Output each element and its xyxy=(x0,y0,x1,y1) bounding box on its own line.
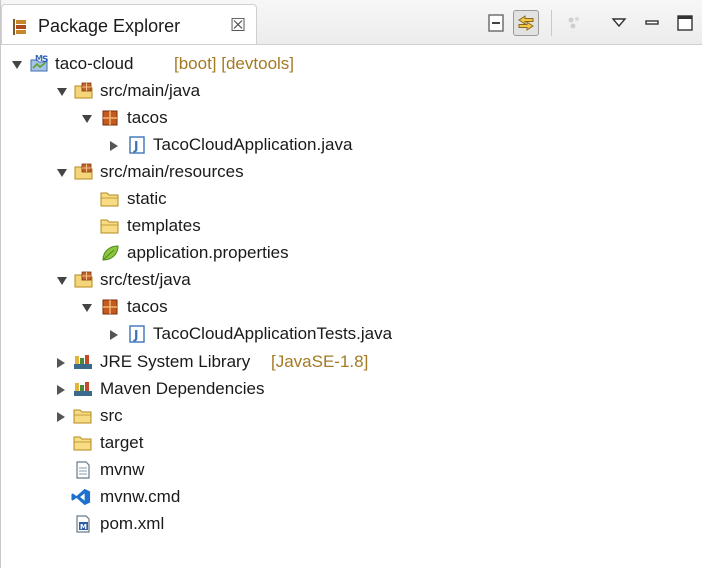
folder-icon xyxy=(100,219,119,234)
tree-item-label: pom.xml xyxy=(100,514,165,533)
tree-item-tacos-package[interactable]: tacos xyxy=(1,105,702,132)
expanded-twisty-icon[interactable] xyxy=(56,167,68,179)
collapsed-twisty-icon[interactable] xyxy=(108,329,120,341)
close-icon[interactable]: ☒ xyxy=(230,16,246,34)
package-explorer-tab[interactable]: Package Explorer ☒ xyxy=(1,4,257,44)
package-explorer-icon xyxy=(12,18,28,36)
collapsed-twisty-icon[interactable] xyxy=(55,357,67,369)
tree-item-label: JRE System Library xyxy=(100,352,251,371)
package-icon xyxy=(102,110,118,126)
library-icon xyxy=(74,382,92,396)
tree-item-target[interactable]: target xyxy=(1,430,702,457)
tree-item-label: mvnw.cmd xyxy=(100,487,181,506)
tree-item-label: TacoCloudApplication.java xyxy=(153,135,353,154)
focus-icon[interactable] xyxy=(561,10,587,36)
properties-file-icon xyxy=(102,245,119,261)
folder-icon xyxy=(100,192,119,207)
collapsed-twisty-icon[interactable] xyxy=(55,411,67,423)
tree-item-label: src/main/java xyxy=(100,81,201,100)
svg-text:M: M xyxy=(80,523,87,531)
tree-item-taco-cloud[interactable]: M S taco-cloud [boot] [devtools] xyxy=(1,51,702,78)
tree-item-label: tacos xyxy=(127,108,168,127)
tree-item-templates[interactable]: templates xyxy=(1,213,702,240)
view-menu-icon[interactable] xyxy=(606,10,632,36)
tree-item-maven-dependencies[interactable]: Maven Dependencies xyxy=(1,376,702,403)
svg-text:J: J xyxy=(133,139,138,153)
tree-item-label: application.properties xyxy=(127,243,289,262)
svg-text:J: J xyxy=(133,328,138,342)
tree-item-src[interactable]: src xyxy=(1,403,702,430)
jre-decoration: [JavaSE-1.8] xyxy=(271,352,369,371)
expanded-twisty-icon[interactable] xyxy=(81,113,93,125)
tree-item-label: Maven Dependencies xyxy=(100,379,265,398)
text-file-icon xyxy=(76,461,90,479)
tree-item-src-main-resources[interactable]: src/main/resources xyxy=(1,159,702,186)
source-folder-icon xyxy=(74,82,93,99)
spring-boot-project-icon: M S xyxy=(30,54,48,72)
package-icon xyxy=(102,299,118,315)
tree-item-label: taco-cloud xyxy=(55,54,134,73)
tree-item-tests-java[interactable]: J TacoCloudApplicationTests.java xyxy=(1,321,702,348)
vscode-file-icon xyxy=(71,488,91,506)
expanded-twisty-icon[interactable] xyxy=(56,86,68,98)
source-folder-icon xyxy=(74,163,93,180)
tree-item-mvnw-cmd[interactable]: mvnw.cmd xyxy=(1,484,702,511)
folder-icon xyxy=(73,436,92,451)
maximize-icon[interactable] xyxy=(672,10,698,36)
tree-item-label: tacos xyxy=(127,297,168,316)
package-explorer-view: Package Explorer ☒ M S taco-cloud [boot]… xyxy=(0,0,702,568)
tree-item-application-properties[interactable]: application.properties xyxy=(1,240,702,267)
collapsed-twisty-icon[interactable] xyxy=(55,384,67,396)
collapse-all-icon[interactable] xyxy=(483,10,509,36)
expanded-twisty-icon[interactable] xyxy=(81,302,93,314)
expanded-twisty-icon[interactable] xyxy=(56,275,68,287)
view-title: Package Explorer xyxy=(38,16,181,36)
tree-item-label: mvnw xyxy=(100,460,145,479)
link-with-editor-icon[interactable] xyxy=(513,10,539,36)
java-file-icon: J xyxy=(129,136,145,154)
tree-item-label: TacoCloudApplicationTests.java xyxy=(153,324,393,343)
tree-item-label: static xyxy=(127,189,167,208)
tree-item-tacos-test-package[interactable]: tacos xyxy=(1,294,702,321)
tree-item-static[interactable]: static xyxy=(1,186,702,213)
library-icon xyxy=(74,355,92,369)
tree-item-label: templates xyxy=(127,216,201,235)
tree-item-label: target xyxy=(100,433,144,452)
tree-item-src-main-java[interactable]: src/main/java xyxy=(1,78,702,105)
toolbar-separator xyxy=(551,10,552,36)
tree-item-jre-system-library[interactable]: JRE System Library [JavaSE-1.8] xyxy=(1,349,702,376)
tree-item-app-java[interactable]: J TacoCloudApplication.java xyxy=(1,132,702,159)
tree-item-label: src/test/java xyxy=(100,270,191,289)
tree-item-label: src xyxy=(100,406,123,425)
tree-item-pom-xml[interactable]: M pom.xml xyxy=(1,511,702,538)
collapsed-twisty-icon[interactable] xyxy=(108,140,120,152)
source-folder-icon xyxy=(74,271,93,288)
project-decoration: [boot] [devtools] xyxy=(174,54,295,73)
minimize-icon[interactable] xyxy=(639,10,665,36)
view-tab-bar: Package Explorer ☒ xyxy=(1,0,702,45)
tree-item-mvnw[interactable]: mvnw xyxy=(1,457,702,484)
expanded-twisty-icon[interactable] xyxy=(11,59,23,71)
tree-item-src-test-java[interactable]: src/test/java xyxy=(1,267,702,294)
maven-pom-icon: M xyxy=(76,515,90,533)
tree-item-label: src/main/resources xyxy=(100,162,244,181)
java-file-icon: J xyxy=(129,325,145,343)
folder-icon xyxy=(73,409,92,424)
